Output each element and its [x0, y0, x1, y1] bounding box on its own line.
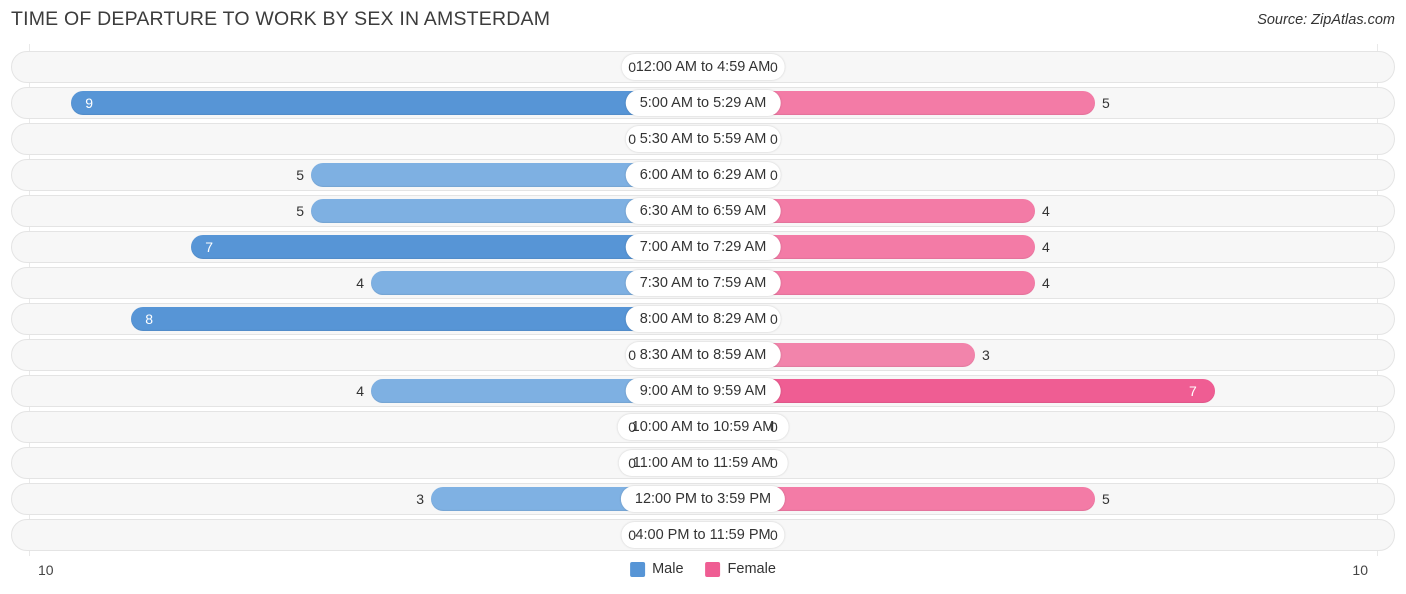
- legend-item-male[interactable]: Male: [630, 561, 684, 577]
- chart-row-inner: 0 0 10:00 AM to 10:59 AM: [12, 412, 1394, 442]
- bar-value-female: 5: [1102, 491, 1110, 507]
- bar-value-male: 0: [628, 347, 636, 363]
- bar-value-female: 0: [770, 167, 778, 183]
- category-label: 6:30 AM to 6:59 AM: [625, 198, 781, 224]
- axis-right-max: 10: [1352, 562, 1368, 578]
- category-label: 9:00 AM to 9:59 AM: [625, 378, 781, 404]
- bar-value-male: 0: [628, 527, 636, 543]
- chart-row: 4 7 9:00 AM to 9:59 AM: [11, 375, 1395, 407]
- category-label: 11:00 AM to 11:59 AM: [618, 450, 788, 476]
- category-label: 5:00 AM to 5:29 AM: [625, 90, 781, 116]
- chart-footer: 10 Male Female 10: [0, 556, 1406, 594]
- bar-value-male: 5: [296, 167, 304, 183]
- bar-value-female: 0: [770, 59, 778, 75]
- category-label: 4:00 PM to 11:59 PM: [621, 522, 785, 548]
- chart-row-inner: 5 4 6:30 AM to 6:59 AM: [12, 196, 1394, 226]
- category-label: 7:30 AM to 7:59 AM: [625, 270, 781, 296]
- chart-row: 0 0 5:30 AM to 5:59 AM: [11, 123, 1395, 155]
- chart-row-inner: 4 7 9:00 AM to 9:59 AM: [12, 376, 1394, 406]
- chart-row: 7 4 7:00 AM to 7:29 AM: [11, 231, 1395, 263]
- bar-value-male: 7: [205, 239, 213, 255]
- chart-page: TIME OF DEPARTURE TO WORK BY SEX IN AMST…: [0, 0, 1406, 594]
- category-label: 10:00 AM to 10:59 AM: [617, 414, 789, 440]
- bar-value-male: 0: [628, 131, 636, 147]
- bar-value-male: 9: [85, 95, 93, 111]
- page-header: TIME OF DEPARTURE TO WORK BY SEX IN AMST…: [0, 0, 1406, 44]
- bar-value-female: 3: [982, 347, 990, 363]
- category-label: 5:30 AM to 5:59 AM: [625, 126, 781, 152]
- chart-row: 5 4 6:30 AM to 6:59 AM: [11, 195, 1395, 227]
- chart-row-inner: 9 5 5:00 AM to 5:29 AM: [12, 88, 1394, 118]
- category-label: 7:00 AM to 7:29 AM: [625, 234, 781, 260]
- bar-value-female: 0: [770, 131, 778, 147]
- chart-row: 5 0 6:00 AM to 6:29 AM: [11, 159, 1395, 191]
- chart-row: 0 0 10:00 AM to 10:59 AM: [11, 411, 1395, 443]
- page-title: TIME OF DEPARTURE TO WORK BY SEX IN AMST…: [11, 8, 551, 30]
- legend-swatch-male: [630, 561, 646, 577]
- bar-value-male: 0: [628, 419, 636, 435]
- chart-row-inner: 4 4 7:30 AM to 7:59 AM: [12, 268, 1394, 298]
- chart-row-inner: 0 0 12:00 AM to 4:59 AM: [12, 52, 1394, 82]
- chart-row: 8 0 8:00 AM to 8:29 AM: [11, 303, 1395, 335]
- bar-value-female: 4: [1042, 203, 1050, 219]
- bar-value-female: 0: [770, 311, 778, 327]
- bar-value-female: 4: [1042, 275, 1050, 291]
- chart-row: 4 4 7:30 AM to 7:59 AM: [11, 267, 1395, 299]
- chart-row-inner: 0 0 11:00 AM to 11:59 AM: [12, 448, 1394, 478]
- bar-value-male: 4: [356, 275, 364, 291]
- source-attribution: Source: ZipAtlas.com: [1257, 12, 1395, 28]
- bidirectional-bar-chart: 0 0 12:00 AM to 4:59 AM 9 5 5:00 AM to 5:29 A…: [11, 51, 1395, 556]
- legend-label-male: Male: [652, 561, 684, 577]
- axis-left-max: 10: [38, 562, 54, 578]
- category-label: 6:00 AM to 6:29 AM: [625, 162, 781, 188]
- category-label: 8:00 AM to 8:29 AM: [625, 306, 781, 332]
- legend-label-female: Female: [727, 561, 776, 577]
- chart-row: 0 0 4:00 PM to 11:59 PM: [11, 519, 1395, 551]
- bar-value-male: 8: [145, 311, 153, 327]
- chart-row: 9 5 5:00 AM to 5:29 AM: [11, 87, 1395, 119]
- chart-row-inner: 0 0 5:30 AM to 5:59 AM: [12, 124, 1394, 154]
- category-label: 12:00 AM to 4:59 AM: [621, 54, 785, 80]
- bar-value-male: 0: [628, 455, 636, 471]
- chart-row-inner: 0 3 8:30 AM to 8:59 AM: [12, 340, 1394, 370]
- bar-value-male: 3: [416, 491, 424, 507]
- chart-row: 0 3 8:30 AM to 8:59 AM: [11, 339, 1395, 371]
- chart-row-inner: 8 0 8:00 AM to 8:29 AM: [12, 304, 1394, 334]
- category-label: 12:00 PM to 3:59 PM: [620, 486, 786, 512]
- legend-item-female[interactable]: Female: [705, 561, 776, 577]
- bar-value-female: 7: [1189, 383, 1197, 399]
- chart-row-inner: 3 5 12:00 PM to 3:59 PM: [12, 484, 1394, 514]
- legend-swatch-female: [705, 561, 721, 577]
- bar-value-male: 4: [356, 383, 364, 399]
- chart-row-inner: 7 4 7:00 AM to 7:29 AM: [12, 232, 1394, 262]
- chart-row: 3 5 12:00 PM to 3:59 PM: [11, 483, 1395, 515]
- chart-row: 0 0 12:00 AM to 4:59 AM: [11, 51, 1395, 83]
- bar-value-male: 5: [296, 203, 304, 219]
- chart-legend: Male Female: [630, 561, 776, 577]
- bar-value-female: 0: [770, 419, 778, 435]
- bar-male[interactable]: [131, 307, 703, 331]
- chart-row: 0 0 11:00 AM to 11:59 AM: [11, 447, 1395, 479]
- chart-row-inner: 5 0 6:00 AM to 6:29 AM: [12, 160, 1394, 190]
- bar-value-female: 0: [770, 455, 778, 471]
- bar-value-male: 0: [628, 59, 636, 75]
- bar-male[interactable]: [71, 91, 703, 115]
- bar-value-female: 0: [770, 527, 778, 543]
- chart-row-inner: 0 0 4:00 PM to 11:59 PM: [12, 520, 1394, 550]
- bar-value-female: 5: [1102, 95, 1110, 111]
- bar-value-female: 4: [1042, 239, 1050, 255]
- category-label: 8:30 AM to 8:59 AM: [625, 342, 781, 368]
